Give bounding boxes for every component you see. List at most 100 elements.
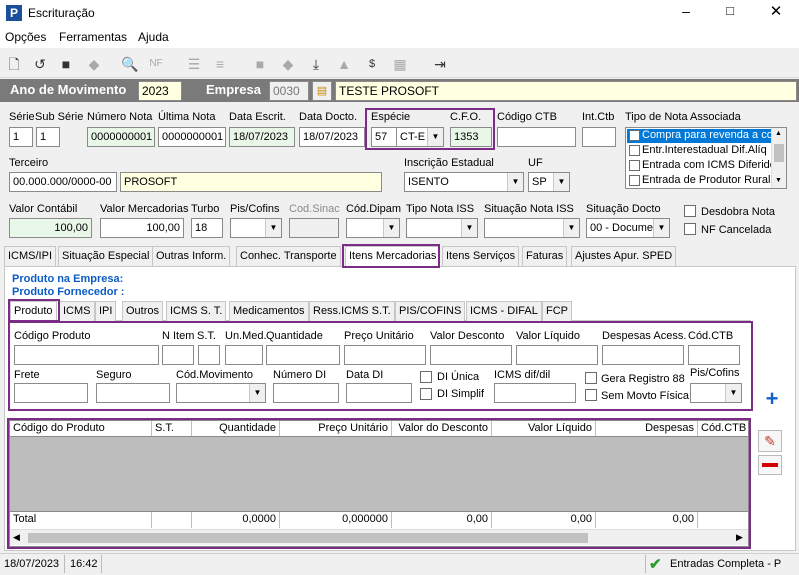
data-escrit-field[interactable]: 18/07/2023 [229, 127, 295, 147]
scroll-thumb[interactable] [774, 144, 784, 162]
tipo-nota-checkbox[interactable] [629, 129, 640, 141]
terceiro-nome-field[interactable]: PROSOFT [120, 172, 382, 192]
uf-select[interactable]: SP ▼ [528, 172, 570, 192]
minimize-icon[interactable]: – [672, 3, 700, 23]
new-icon[interactable]: 🗋 [4, 55, 24, 73]
tipo-nota-option-label: Entr.Interestadual Dif.Alíq [642, 144, 767, 156]
data-docto-field[interactable]: 18/07/2023 [299, 127, 365, 147]
situacao-nota-iss-select[interactable]: ▼ [484, 218, 580, 238]
subtab-icms-difal[interactable]: ICMS - DIFAL [466, 301, 542, 321]
tab-conhec-transporte[interactable]: Conhec. Transporte [236, 246, 341, 266]
subtab-icms[interactable]: ICMS [59, 301, 95, 321]
maximize-icon[interactable]: □ [716, 3, 744, 23]
tipo-nota-checkbox[interactable] [629, 159, 640, 171]
situacao-docto-select[interactable]: 00 - Documen ▼ [586, 218, 670, 238]
subtab-medicamentos[interactable]: Medicamentos [229, 301, 309, 321]
tipo-nota-option[interactable]: Entrada com ICMS Diferido [627, 159, 771, 173]
tipo-nota-option-label: Entrada de Produtor Rural [642, 174, 771, 186]
folder-icon[interactable]: ▤ [312, 81, 332, 101]
ie-select[interactable]: ISENTO ▼ [404, 172, 524, 192]
shape-icon[interactable]: ◆ [278, 55, 298, 73]
tipo-nota-option-label: Entrada com ICMS Diferido [642, 159, 771, 171]
tipo-nota-list[interactable]: ▲ ▼ Compra para revenda a co Entr.Intere… [625, 127, 787, 189]
tab-ajustes-apur-sped[interactable]: Ajustes Apur. SPED [571, 246, 677, 266]
menu-ferramentas[interactable]: Ferramentas [59, 30, 127, 44]
subserie-field[interactable]: 1 [36, 127, 60, 147]
tipo-nota-option[interactable]: Entr.Interestadual Dif.Alíq [627, 144, 771, 158]
empresa-code-field[interactable]: 0030 [269, 81, 309, 101]
nf-cancelada-checkbox[interactable] [684, 223, 696, 235]
tipo-nota-iss-select[interactable]: ▼ [406, 218, 478, 238]
produto-fornecedor-label: Produto Fornecedor : [12, 286, 125, 298]
empresa-name-field[interactable]: TESTE PROSOFT [335, 81, 797, 101]
tab-itens-servicos[interactable]: Itens Serviços [442, 246, 520, 266]
subtab-fcp[interactable]: FCP [542, 301, 572, 321]
tipo-nota-iss-label: Tipo Nota ISS [406, 203, 475, 215]
undo-icon[interactable]: ↺ [30, 55, 50, 73]
itens-mercadorias-highlight [342, 244, 440, 268]
tipo-nota-checkbox[interactable] [629, 174, 640, 186]
subtab-ress-icms-st[interactable]: Ress.ICMS S.T. [309, 301, 395, 321]
menu-ajuda[interactable]: Ajuda [138, 30, 169, 44]
chevron-down-icon[interactable]: ▼ [775, 177, 782, 184]
nfe-icon[interactable]: NF [146, 55, 166, 73]
valor-contabil-field[interactable]: 100,00 [9, 218, 92, 238]
tipo-nota-option[interactable]: Compra para revenda a co [627, 129, 771, 143]
exit-door-icon[interactable]: ⇥ [430, 55, 450, 73]
serie-field[interactable]: 1 [9, 127, 33, 147]
page-icon[interactable]: ■ [250, 55, 270, 73]
chevron-up-icon[interactable]: ▲ [775, 130, 782, 137]
ultima-nota-field[interactable]: 0000000001 [158, 127, 226, 147]
tipo-nota-checkbox[interactable] [629, 144, 640, 156]
list-icon[interactable]: ≡ [210, 55, 230, 73]
numero-nota-field[interactable]: 0000000001 [87, 127, 155, 147]
add-item-button[interactable]: + [760, 388, 784, 411]
chevron-down-icon[interactable]: ▼ [563, 219, 579, 237]
chevron-down-icon[interactable]: ▼ [461, 219, 477, 237]
remove-item-button[interactable] [758, 455, 782, 475]
cloud-icon[interactable]: ▲ [334, 55, 354, 73]
eraser-icon[interactable]: ◆ [84, 55, 104, 73]
chevron-down-icon[interactable]: ▼ [553, 173, 569, 191]
tab-situacao-especial[interactable]: Situação Especial [58, 246, 154, 266]
turbo-label: Turbo [191, 203, 220, 215]
codigo-ctb-label: Código CTB [497, 111, 557, 123]
chevron-down-icon[interactable]: ▼ [653, 219, 669, 237]
cod-dipam-select[interactable]: ▼ [346, 218, 400, 238]
subtab-pis-cofins[interactable]: PIS/COFINS [395, 301, 466, 321]
situacao-docto-value: 00 - Documen [590, 222, 660, 234]
chevron-down-icon[interactable]: ▼ [383, 219, 399, 237]
empresa-label: Empresa [206, 82, 261, 97]
calc-icon[interactable]: ▦ [390, 55, 410, 73]
download-icon[interactable]: ⤓ [306, 55, 326, 73]
subtab-ipi[interactable]: IPI [95, 301, 117, 321]
tipo-nota-label: Tipo de Nota Associada [625, 111, 741, 123]
close-icon[interactable]: ✕ [762, 2, 790, 22]
tab-faturas[interactable]: Faturas [522, 246, 568, 266]
ano-field[interactable]: 2023 [138, 81, 182, 101]
subtab-outros[interactable]: Outros [122, 301, 164, 321]
chevron-down-icon[interactable]: ▼ [265, 219, 281, 237]
turbo-field[interactable]: 18 [191, 218, 223, 238]
tree-icon[interactable]: ☰ [184, 55, 204, 73]
desdobra-nota-checkbox[interactable] [684, 205, 696, 217]
int-ctb-field[interactable] [582, 127, 616, 147]
subtab-icms-st[interactable]: ICMS S. T. [166, 301, 227, 321]
cod-sinac-field[interactable] [289, 218, 339, 238]
window-title: Escrituração [28, 6, 95, 20]
preview-icon[interactable]: 🔍 [120, 55, 140, 73]
codigo-ctb-field[interactable] [497, 127, 576, 147]
edit-item-button[interactable]: ✎ [758, 430, 782, 452]
tab-icms-ipi[interactable]: ICMS/IPI [4, 246, 57, 266]
save-icon[interactable]: ■ [56, 55, 76, 73]
ano-label: Ano de Movimento [10, 82, 127, 97]
terceiro-doc-field[interactable]: 00.000.000/0000-00 [9, 172, 117, 192]
money-icon[interactable]: $ [362, 55, 382, 73]
pis-cofins-select[interactable]: ▼ [230, 218, 282, 238]
tipo-nota-option[interactable]: Entrada de Produtor Rural [627, 174, 771, 188]
tipo-nota-scrollbar[interactable]: ▲ ▼ [771, 128, 786, 188]
menu-opcoes[interactable]: Opções [5, 30, 46, 44]
tab-outras-inform[interactable]: Outras Inform. [152, 246, 231, 266]
valor-mercadorias-field[interactable]: 100,00 [100, 218, 184, 238]
chevron-down-icon[interactable]: ▼ [507, 173, 523, 191]
